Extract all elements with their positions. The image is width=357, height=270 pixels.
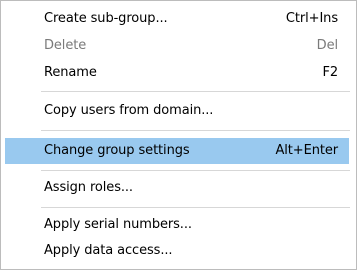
menu-item-change-group-settings[interactable]: Change group settings Alt+Enter bbox=[5, 138, 349, 164]
menu-item-label: Create sub-group... bbox=[44, 11, 168, 26]
menu-separator bbox=[41, 130, 350, 131]
menu-item-shortcut: Ctrl+Ins bbox=[285, 11, 338, 26]
menu-item-label: Apply data access... bbox=[44, 243, 173, 258]
menu-item-apply-data-access[interactable]: Apply data access... bbox=[6, 239, 350, 263]
menu-item-rename[interactable]: Rename F2 bbox=[6, 61, 350, 85]
menu-item-label: Delete bbox=[44, 38, 87, 53]
menu-item-shortcut: F2 bbox=[322, 65, 338, 80]
menu-item-delete: Delete Del bbox=[6, 34, 350, 58]
context-menu: Create sub-group... Ctrl+Ins Delete Del … bbox=[0, 0, 357, 270]
menu-item-label: Change group settings bbox=[44, 143, 190, 158]
menu-separator bbox=[41, 170, 350, 171]
menu-item-copy-users-from-domain[interactable]: Copy users from domain... bbox=[6, 99, 350, 123]
menu-item-shortcut: Del bbox=[316, 38, 338, 53]
menu-item-label: Rename bbox=[44, 65, 97, 80]
menu-separator bbox=[41, 207, 350, 208]
menu-item-label: Apply serial numbers... bbox=[44, 217, 192, 232]
menu-item-create-sub-group[interactable]: Create sub-group... Ctrl+Ins bbox=[6, 7, 350, 31]
menu-item-label: Assign roles... bbox=[44, 180, 133, 195]
menu-item-assign-roles[interactable]: Assign roles... bbox=[6, 176, 350, 200]
menu-separator bbox=[41, 91, 350, 92]
menu-item-apply-serial-numbers[interactable]: Apply serial numbers... bbox=[6, 213, 350, 237]
menu-item-shortcut: Alt+Enter bbox=[275, 143, 339, 158]
menu-item-label: Copy users from domain... bbox=[44, 103, 214, 118]
